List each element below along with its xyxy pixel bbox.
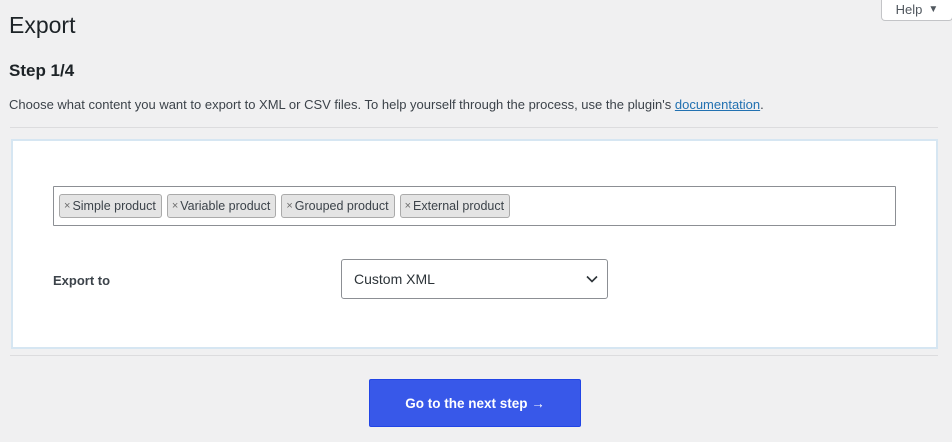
post-type-multiselect[interactable]: × Simple product × Variable product × Gr… <box>53 186 896 226</box>
export-format-value: Custom XML <box>354 271 435 287</box>
divider <box>10 127 938 128</box>
remove-icon[interactable]: × <box>64 200 70 212</box>
remove-icon[interactable]: × <box>172 200 178 212</box>
step-title: Step 1/4 <box>9 61 75 80</box>
page-title: Export <box>9 12 76 38</box>
intro-text: Choose what content you want to export t… <box>9 97 764 112</box>
next-step-button[interactable]: Go to the next step → <box>369 379 581 427</box>
tag-label: Simple product <box>72 199 156 213</box>
tag-variable-product: × Variable product <box>166 194 277 218</box>
export-to-label: Export to <box>53 273 111 288</box>
intro-suffix: . <box>760 97 764 112</box>
export-format-select[interactable]: Custom XML <box>341 259 608 299</box>
export-settings-panel: × Simple product × Variable product × Gr… <box>11 139 938 349</box>
tag-simple-product: × Simple product <box>59 194 162 218</box>
tag-label: External product <box>413 199 505 213</box>
divider <box>10 355 938 356</box>
intro-body: Choose what content you want to export t… <box>9 97 675 112</box>
chevron-down-icon <box>586 275 598 283</box>
tag-grouped-product: × Grouped product <box>281 194 395 218</box>
help-tab[interactable]: Help ▼ <box>881 0 952 21</box>
tag-label: Variable product <box>180 199 271 213</box>
help-label: Help <box>895 2 923 17</box>
tag-label: Grouped product <box>294 199 389 213</box>
remove-icon[interactable]: × <box>405 200 411 212</box>
remove-icon[interactable]: × <box>286 200 292 212</box>
caret-down-icon: ▼ <box>928 4 939 15</box>
documentation-link[interactable]: documentation <box>675 97 760 112</box>
tag-external-product: × External product <box>399 194 511 218</box>
